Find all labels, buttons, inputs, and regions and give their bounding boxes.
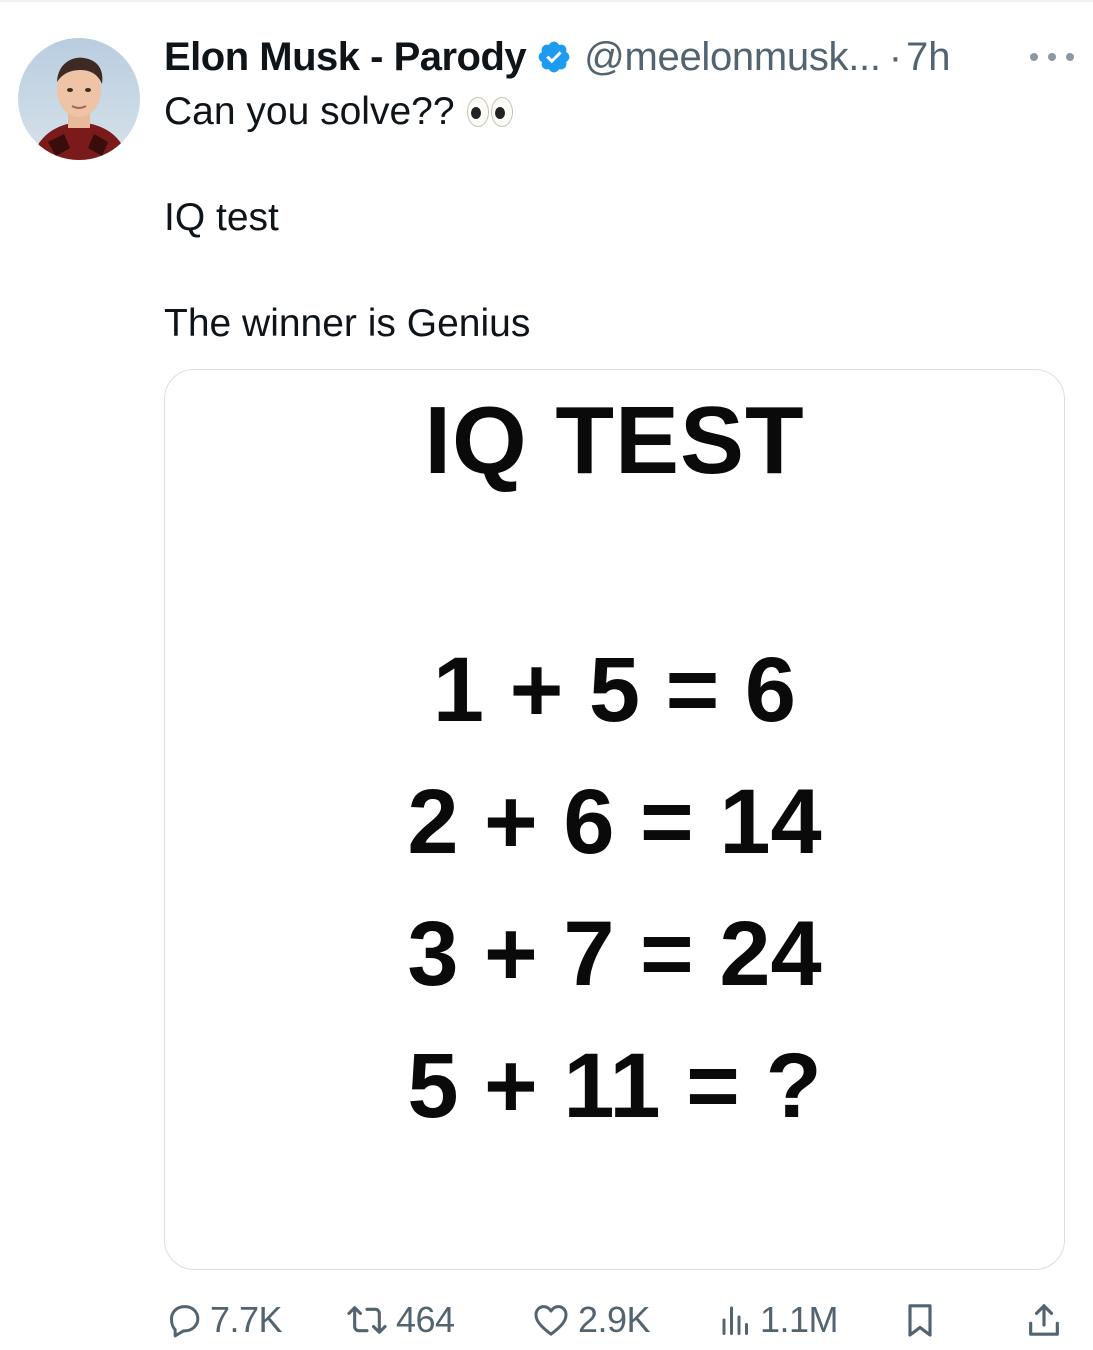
top-divider: [0, 0, 1093, 2]
reply-button[interactable]: 7.7K: [164, 1294, 283, 1346]
share-button[interactable]: [1024, 1294, 1064, 1346]
like-icon: [534, 1305, 568, 1336]
equation-2: 2 + 6 = 14: [407, 771, 822, 873]
author-name[interactable]: Elon Musk - Parody: [164, 35, 527, 80]
tweet-line-3: The winner is Genius: [164, 302, 531, 345]
repost-button[interactable]: 464: [344, 1294, 455, 1346]
bookmark-icon: [908, 1304, 932, 1337]
media-image[interactable]: IQ TEST 1 + 5 = 6 2 + 6 = 14 3 + 7 = 24 …: [164, 369, 1065, 1270]
tweet-text: Can you solve?? IQ test The winner is Ge…: [164, 86, 1064, 350]
verified-icon: [536, 39, 572, 75]
eyes-emoji: [466, 97, 513, 127]
tweet-header: Elon Musk - Parody @meelonmusk... · 7h: [164, 30, 1074, 84]
avatar-image: [18, 38, 140, 160]
separator-dot: ·: [888, 34, 903, 79]
tweet-line-2: IQ test: [164, 196, 279, 239]
like-count: 2.9K: [578, 1299, 651, 1340]
views-button[interactable]: 1.1M: [718, 1294, 839, 1346]
equation-1: 1 + 5 = 6: [432, 639, 797, 741]
author-handle[interactable]: @meelonmusk...: [584, 35, 881, 80]
repost-icon: [347, 1306, 387, 1334]
share-icon: [1029, 1304, 1059, 1336]
views-icon: [722, 1306, 748, 1335]
repost-count: 464: [396, 1299, 455, 1340]
bookmark-button[interactable]: [900, 1294, 940, 1346]
image-title: IQ TEST: [424, 387, 805, 494]
tweet-line-1: Can you solve??: [164, 90, 455, 133]
avatar[interactable]: [18, 38, 140, 160]
equation-3: 3 + 7 = 24: [407, 903, 822, 1005]
like-button[interactable]: 2.9K: [530, 1294, 651, 1346]
action-bar: 7.7K 464 2.9K 1.1M: [164, 1294, 1064, 1350]
more-icon[interactable]: [1030, 44, 1074, 70]
reply-count: 7.7K: [210, 1299, 283, 1340]
equation-4: 5 + 11 = ?: [407, 1035, 822, 1137]
reply-icon: [170, 1305, 200, 1338]
views-count: 1.1M: [760, 1299, 839, 1340]
timestamp[interactable]: 7h: [906, 35, 951, 80]
